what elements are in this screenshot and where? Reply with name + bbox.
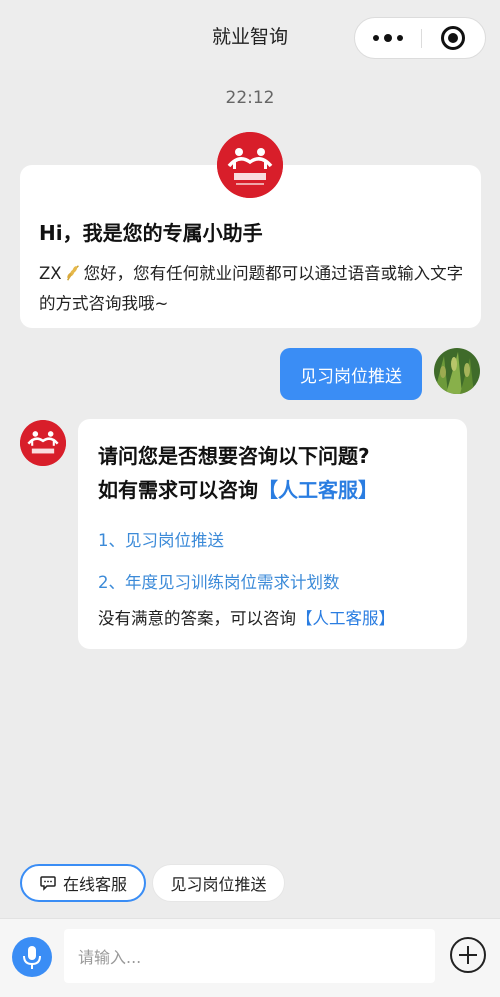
welcome-username: ZX bbox=[39, 264, 62, 283]
bot-footer: 没有满意的答案，可以咨询【人工客服】 bbox=[98, 605, 395, 629]
mini-program-capsule bbox=[354, 17, 486, 59]
online-service-chip[interactable]: 在线客服 bbox=[20, 864, 146, 902]
composer-bar: 请输入... bbox=[0, 918, 500, 997]
option-internship-push[interactable]: 1、见习岗位推送 bbox=[98, 527, 224, 551]
bot-avatar-logo bbox=[20, 420, 66, 466]
capsule-divider bbox=[421, 29, 422, 48]
internship-push-chip[interactable]: 见习岗位推送 bbox=[152, 864, 285, 902]
bot-question-prefix: 如有需求可以咨询 bbox=[98, 478, 258, 502]
hangzhou-hrss-logo bbox=[217, 132, 283, 198]
bot-question: 请问您是否想要咨询以下问题? 如有需求可以咨询【人工客服】 bbox=[98, 439, 458, 507]
welcome-title: Hi，我是您的专属小助手 bbox=[39, 221, 263, 245]
close-capsule-icon[interactable] bbox=[441, 26, 465, 50]
more-icon[interactable] bbox=[355, 18, 421, 58]
bot-question-line2: 如有需求可以咨询【人工客服】 bbox=[98, 473, 458, 507]
bot-reply-card: 请问您是否想要咨询以下问题? 如有需求可以咨询【人工客服】 1、见习岗位推送 2… bbox=[78, 419, 467, 649]
navigation-bar: 就业智询 bbox=[0, 0, 500, 70]
message-timestamp: 22:12 bbox=[225, 88, 275, 108]
welcome-body: ZX 您好，您有任何就业问题都可以通过语音或输入文字的方式咨询我哦~ bbox=[39, 259, 469, 319]
bot-footer-prefix: 没有满意的答案，可以咨询 bbox=[98, 609, 296, 628]
option-annual-plan[interactable]: 2、年度见习训练岗位需求计划数 bbox=[98, 569, 340, 593]
online-service-label: 在线客服 bbox=[62, 875, 127, 894]
user-avatar[interactable] bbox=[434, 348, 480, 394]
plus-icon[interactable] bbox=[450, 937, 486, 973]
wheat-icon bbox=[66, 265, 79, 281]
mic-icon[interactable] bbox=[12, 937, 52, 977]
footer-human-service-link[interactable]: 【人工客服】 bbox=[296, 609, 395, 628]
chat-icon bbox=[40, 876, 56, 891]
welcome-greeting: 您好，您有任何就业问题都可以通过语音或输入文字的方式咨询我哦~ bbox=[39, 264, 464, 313]
user-message-bubble: 见习岗位推送 bbox=[280, 348, 422, 400]
message-input[interactable]: 请输入... bbox=[64, 929, 435, 983]
human-service-link[interactable]: 【人工客服】 bbox=[258, 478, 378, 502]
bot-question-line1: 请问您是否想要咨询以下问题? bbox=[98, 444, 370, 468]
